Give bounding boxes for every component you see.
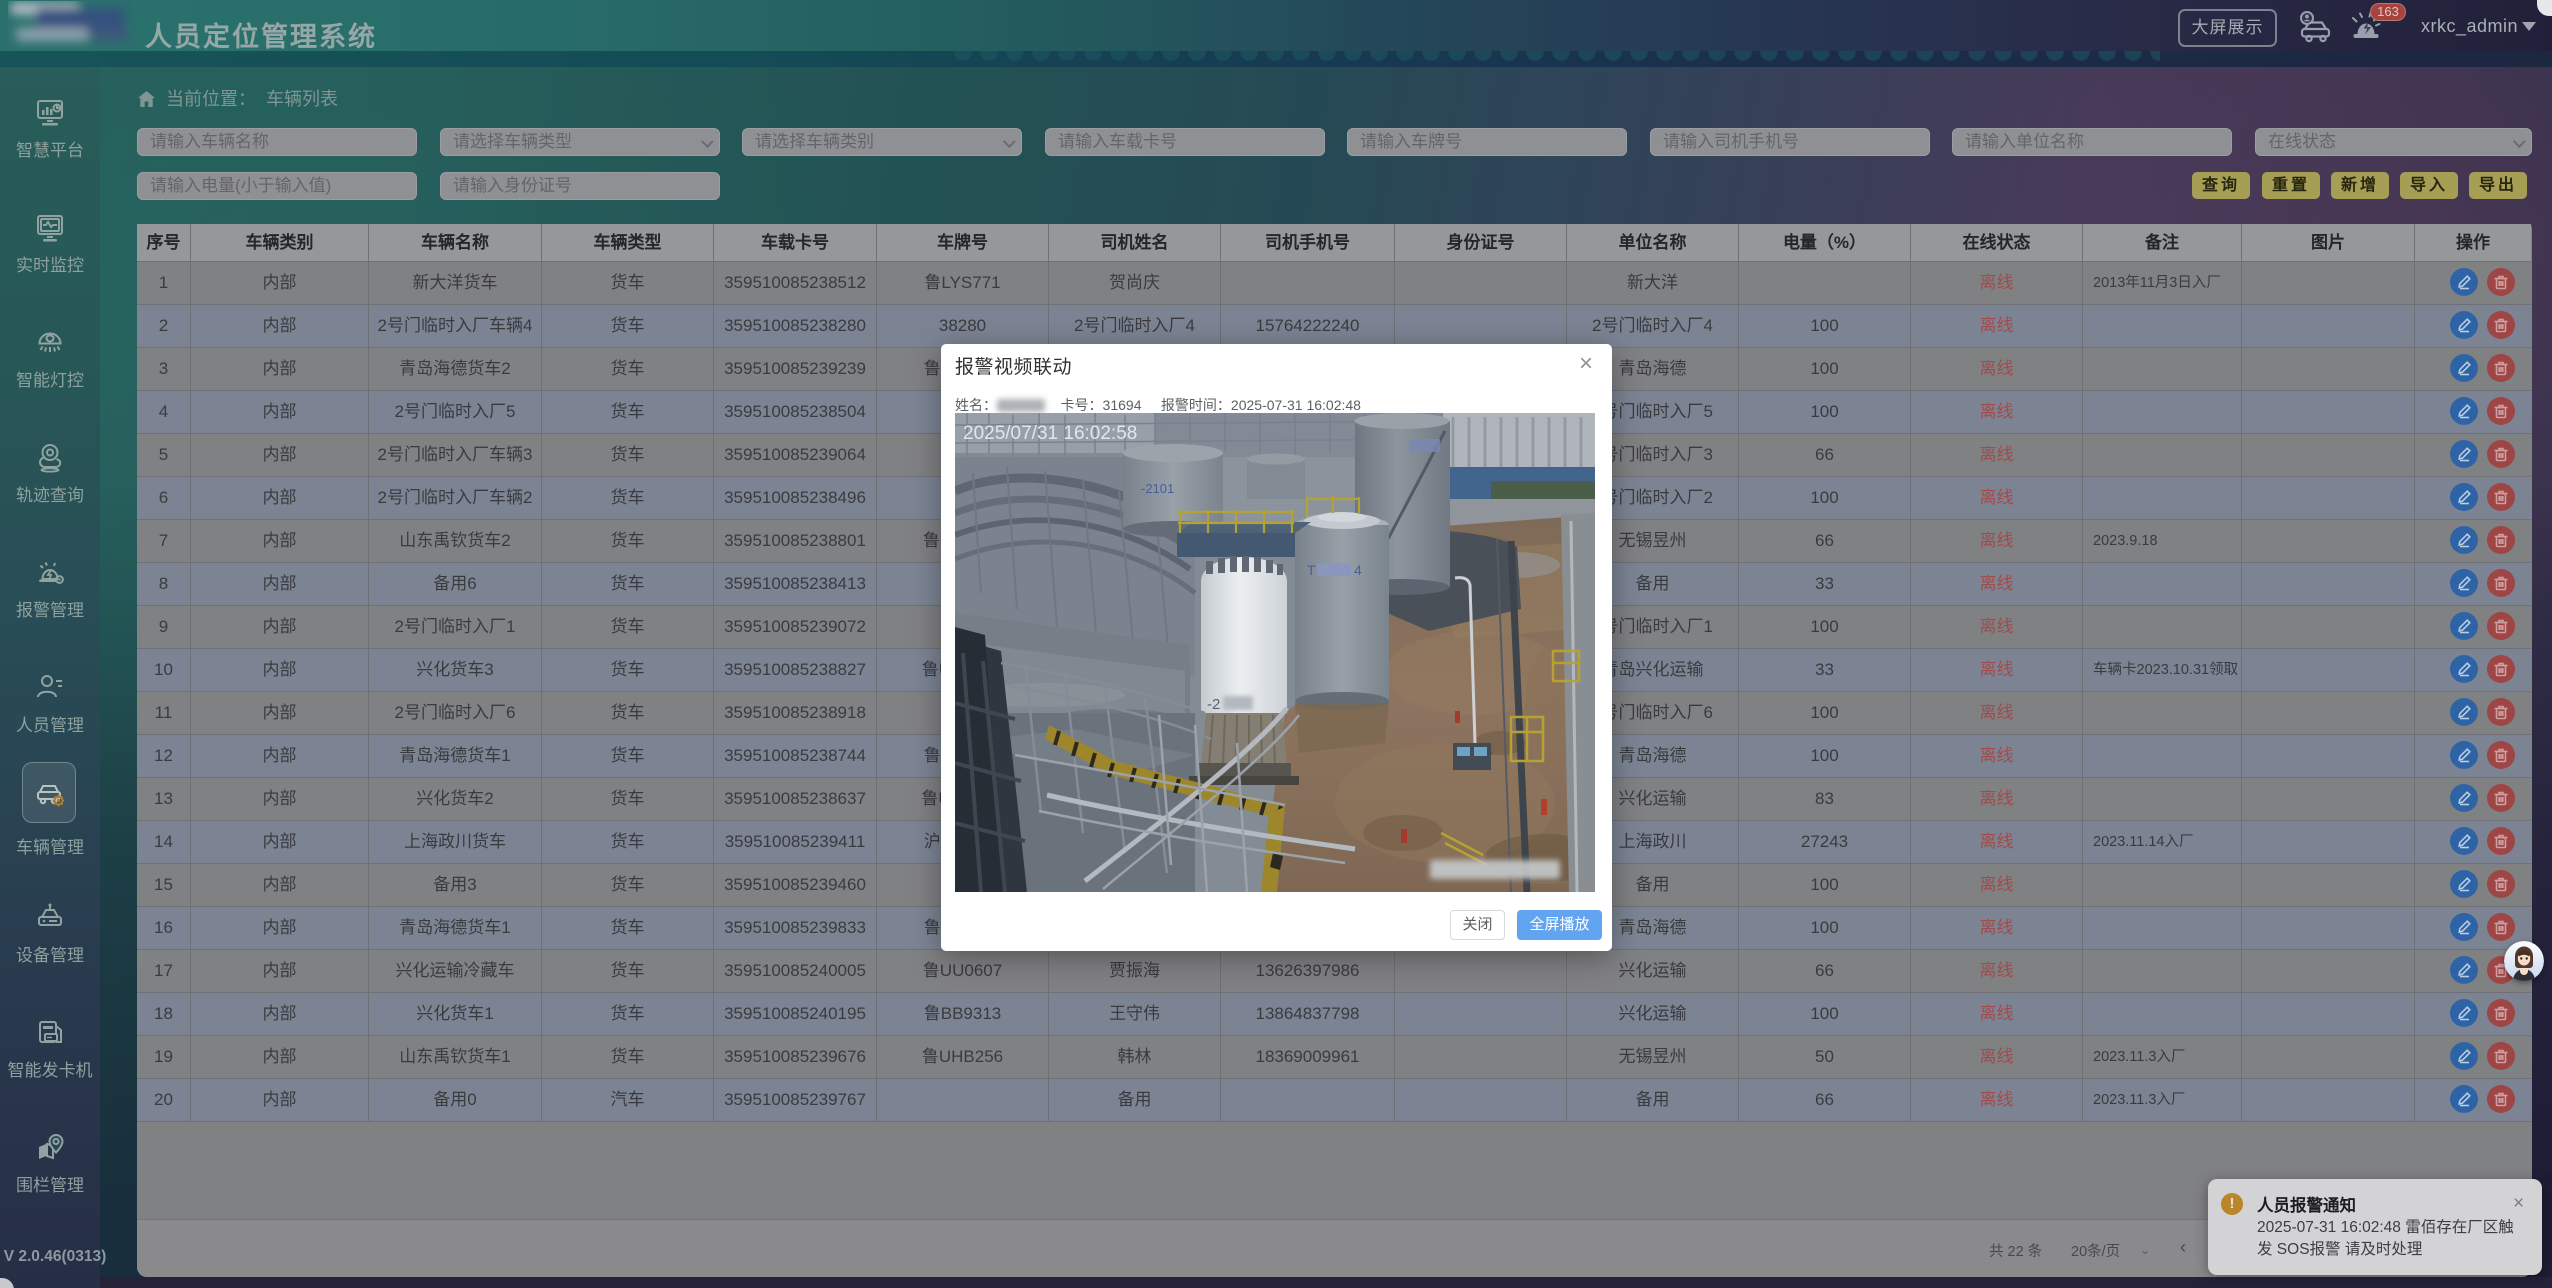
svg-text:-2: -2	[1207, 696, 1220, 713]
svg-text:-2101: -2101	[1141, 481, 1174, 496]
svg-text:T: T	[1307, 562, 1316, 578]
svg-text:4: 4	[1354, 562, 1362, 578]
svg-text:2025/07/31 16:02:58: 2025/07/31 16:02:58	[963, 423, 1137, 444]
